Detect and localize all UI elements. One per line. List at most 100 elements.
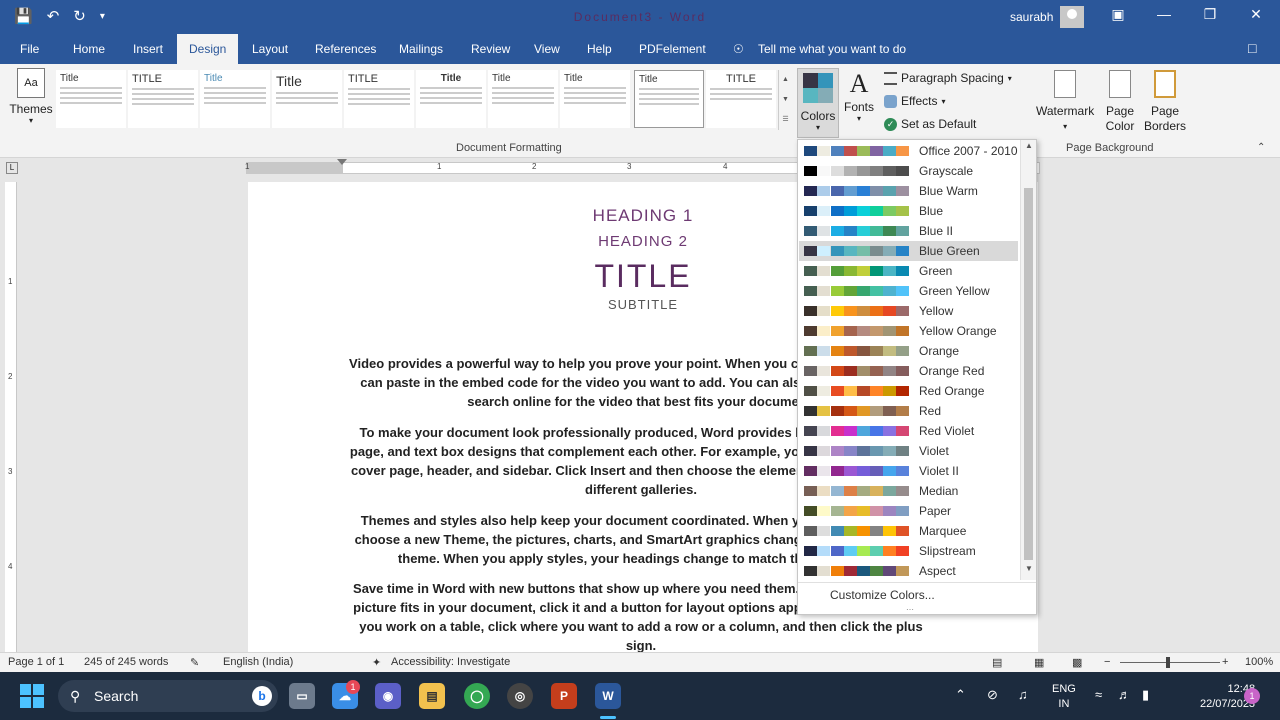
resize-grip-icon[interactable]: ⋯ xyxy=(906,605,915,614)
color-scheme-item[interactable]: Slipstream xyxy=(799,541,1018,561)
comments-icon[interactable]: □ xyxy=(1248,40,1256,56)
tab-layout[interactable]: Layout xyxy=(252,42,288,56)
tab-home[interactable]: Home xyxy=(73,42,105,56)
input-language[interactable]: ENG IN xyxy=(1052,682,1076,712)
color-scheme-item[interactable]: Blue II xyxy=(799,221,1018,241)
word-icon[interactable]: W xyxy=(595,683,621,709)
windows-start-icon[interactable] xyxy=(20,684,44,708)
chevron-up-icon[interactable]: ▲ xyxy=(779,70,792,90)
style-set-item[interactable]: Title xyxy=(634,70,704,128)
tab-help[interactable]: Help xyxy=(587,42,612,56)
fonts-button[interactable]: A Fonts ▾ xyxy=(842,68,876,123)
scrollbar-thumb[interactable] xyxy=(1024,188,1033,560)
style-set-item[interactable]: TITLE xyxy=(344,70,414,128)
chevron-down-icon[interactable]: ▼ xyxy=(779,90,792,110)
style-set-item[interactable]: TITLE xyxy=(128,70,198,128)
task-view-icon[interactable]: ▭ xyxy=(289,683,315,709)
style-set-item[interactable]: TITLE xyxy=(706,70,776,128)
print-layout-icon[interactable]: ▦ xyxy=(1034,656,1044,669)
user-name[interactable]: saurabh xyxy=(1010,10,1053,24)
color-scheme-item[interactable]: Blue Green xyxy=(799,241,1018,261)
style-set-item[interactable]: Title xyxy=(488,70,558,128)
tab-pdfelement[interactable]: PDFelement xyxy=(639,42,706,56)
color-scheme-item[interactable]: Green Yellow xyxy=(799,281,1018,301)
color-scheme-item[interactable]: Orange Red xyxy=(799,361,1018,381)
color-scheme-item[interactable]: Paper xyxy=(799,501,1018,521)
camera-app-icon[interactable]: ◎ xyxy=(507,683,533,709)
color-scheme-item[interactable]: Orange xyxy=(799,341,1018,361)
color-scheme-item[interactable]: Yellow xyxy=(799,301,1018,321)
color-scheme-item[interactable]: Red xyxy=(799,401,1018,421)
color-scheme-item[interactable]: Marquee xyxy=(799,521,1018,541)
tab-mailings[interactable]: Mailings xyxy=(399,42,443,56)
style-set-item[interactable]: Title xyxy=(56,70,126,128)
meet-icon[interactable]: ◉ xyxy=(375,683,401,709)
tab-file[interactable]: File xyxy=(20,42,39,56)
dropdown-scrollbar[interactable]: ▲ ▼ xyxy=(1020,140,1036,580)
themes-button[interactable]: Aa Themes ▾ xyxy=(8,68,54,125)
color-scheme-item[interactable]: Grayscale xyxy=(799,161,1018,181)
zoom-in-icon[interactable]: + xyxy=(1222,656,1228,668)
page-color-button[interactable]: Page Color xyxy=(1100,70,1140,134)
colors-button[interactable]: Colors ▾ xyxy=(797,68,839,138)
color-scheme-item[interactable]: Violet xyxy=(799,441,1018,461)
microphone-icon[interactable]: ♫ xyxy=(1018,687,1028,702)
effects-button[interactable]: Effects ▾ xyxy=(884,94,945,108)
customize-colors-item[interactable]: Customize Colors... xyxy=(830,588,935,602)
color-scheme-item[interactable]: Office 2007 - 2010 xyxy=(799,141,1018,161)
chevron-down-icon[interactable]: ▼ xyxy=(1023,564,1035,578)
indent-marker[interactable] xyxy=(337,159,347,165)
tab-selector[interactable]: L xyxy=(6,162,18,174)
zoom-slider-thumb[interactable] xyxy=(1166,657,1170,668)
style-set-item[interactable]: Title xyxy=(200,70,270,128)
chevron-up-icon[interactable]: ⌃ xyxy=(955,687,966,703)
volume-icon[interactable]: ♬ xyxy=(1118,687,1131,702)
color-scheme-item[interactable]: Red Orange xyxy=(799,381,1018,401)
restore-icon[interactable]: ❐ xyxy=(1200,6,1220,23)
color-scheme-item[interactable]: Yellow Orange xyxy=(799,321,1018,341)
color-scheme-item[interactable]: Red Violet xyxy=(799,421,1018,441)
zoom-level[interactable]: 100% xyxy=(1245,656,1273,668)
set-as-default-button[interactable]: ✓ Set as Default xyxy=(884,117,976,131)
close-icon[interactable]: ✕ xyxy=(1246,6,1266,23)
tab-references[interactable]: References xyxy=(315,42,376,56)
accessibility-status[interactable]: Accessibility: Investigate xyxy=(391,656,510,668)
bing-icon[interactable]: b xyxy=(252,686,272,706)
tab-insert[interactable]: Insert xyxy=(133,42,163,56)
taskbar-search[interactable]: ⚲ Search b xyxy=(58,680,278,712)
tab-review[interactable]: Review xyxy=(471,42,510,56)
proofing-icon[interactable]: ✎ xyxy=(190,656,199,669)
page-count[interactable]: Page 1 of 1 xyxy=(8,656,64,668)
battery-saver-icon[interactable]: ⊘ xyxy=(987,687,998,703)
gallery-more-icon[interactable]: ☰ xyxy=(779,110,792,130)
avatar[interactable] xyxy=(1060,6,1084,28)
color-scheme-item[interactable]: Green xyxy=(799,261,1018,281)
tab-design[interactable]: Design xyxy=(177,34,239,64)
style-set-item[interactable]: Title xyxy=(272,70,342,128)
wifi-icon[interactable]: ≈ xyxy=(1095,687,1102,702)
word-count[interactable]: 245 of 245 words xyxy=(84,656,168,668)
minimize-icon[interactable]: — xyxy=(1154,6,1174,22)
language-indicator[interactable]: English (India) xyxy=(223,656,293,668)
style-set-item[interactable]: Title xyxy=(560,70,630,128)
tab-view[interactable]: View xyxy=(534,42,560,56)
powerpoint-icon[interactable]: P xyxy=(551,683,577,709)
zoom-slider[interactable] xyxy=(1120,662,1220,663)
watermark-button[interactable]: Watermark ▾ xyxy=(1036,70,1094,134)
vertical-ruler[interactable]: 1 2 3 4 xyxy=(5,182,17,652)
color-scheme-item[interactable]: Aspect xyxy=(799,561,1018,581)
zoom-out-icon[interactable]: − xyxy=(1104,656,1110,668)
collapse-ribbon-icon[interactable]: ⌃ xyxy=(1257,142,1265,153)
battery-icon[interactable]: ▮ xyxy=(1142,687,1149,703)
tell-me-search[interactable]: Tell me what you want to do xyxy=(758,42,906,56)
notification-badge[interactable]: 1 xyxy=(1244,688,1260,704)
color-scheme-item[interactable]: Blue Warm xyxy=(799,181,1018,201)
read-mode-icon[interactable]: ▤ xyxy=(992,656,1002,669)
web-layout-icon[interactable]: ▩ xyxy=(1072,656,1082,669)
page-borders-button[interactable]: Page Borders xyxy=(1144,70,1186,134)
chrome-icon[interactable]: ◯ xyxy=(464,683,490,709)
color-scheme-item[interactable]: Violet II xyxy=(799,461,1018,481)
color-scheme-item[interactable]: Median xyxy=(799,481,1018,501)
style-set-item[interactable]: Title xyxy=(416,70,486,128)
gallery-scroll[interactable]: ▲ ▼ ☰ xyxy=(778,70,792,130)
